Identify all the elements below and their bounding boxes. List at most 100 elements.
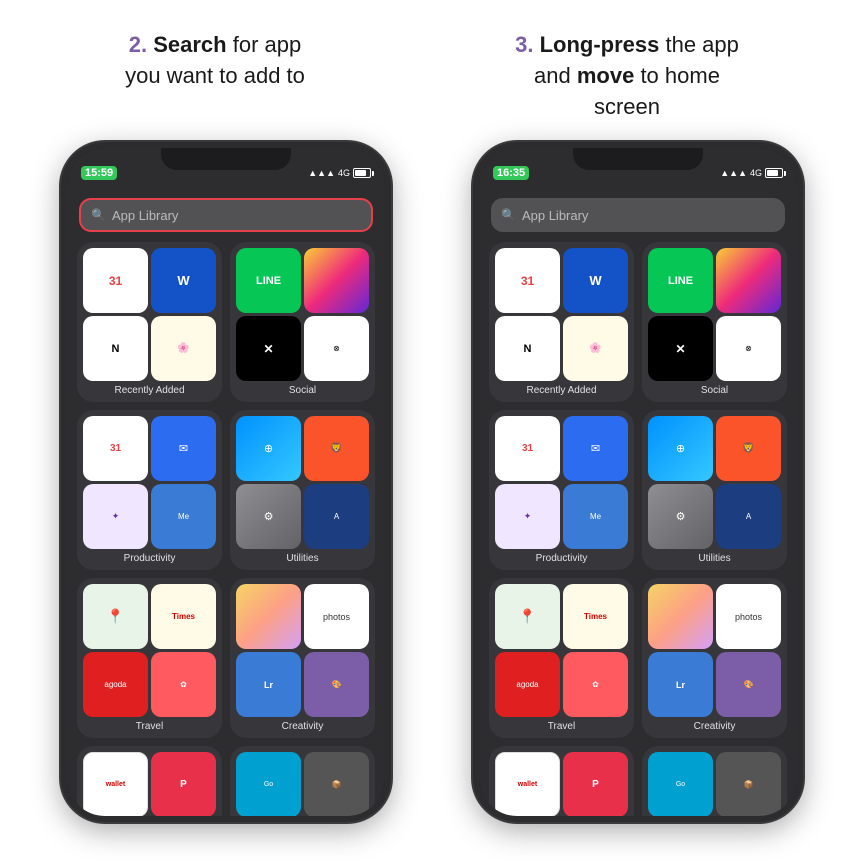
phones-row: 15:59 ▲▲▲ 4G 🔍 App Library [0,132,864,864]
p2-folder-social-label: Social [701,385,728,396]
icon-wallet: wallet [83,752,148,816]
phone1-folder-travel: 📍 Times agoda ✿ Travel [77,578,222,738]
p2-folder-travel-label: Travel [548,721,575,732]
icon-times: Times [151,584,216,649]
icon-calendar: 31 [83,248,148,313]
phone2-screen: 🔍 App Library 31 W N 🌸 Recently Added [479,190,797,816]
icon-star: 🌸 [151,316,216,381]
p2-icon-paidy: P [563,752,628,816]
icon-airbnb: ✿ [151,652,216,717]
p2-icon-mail: ✉ [563,416,628,481]
folder-wallet-icons: wallet P ▶ prime video [83,752,216,816]
icon-instagram [304,248,369,313]
p2-folder-utilities-icons: ⊕ 🦁 ⚙ A [648,416,781,549]
p2-icon-star: 🌸 [563,316,628,381]
p2-folder-travel-icons: 📍 Times agoda ✿ [495,584,628,717]
p2-folder-productivity-label: Productivity [536,553,588,564]
phone1-battery [353,168,371,178]
p2-icon-agoda: agoda [495,652,560,717]
icon-settings: ⚙ [236,484,301,549]
phone2-inner: 16:35 ▲▲▲ 4G 🔍 App Library [479,148,797,816]
p2-icon-go: Go [648,752,713,816]
icon-photos [236,584,301,649]
p2-icon-calendar: 31 [495,248,560,313]
folder-recently-added-label: Recently Added [114,385,184,396]
folder-extra-icons: Go 📦 📱 🔲 [236,752,369,816]
step2-block: 2. Search for appyou want to add to [125,30,305,122]
icon-purple: 🎨 [304,652,369,717]
p2-icon-airbnb: ✿ [563,652,628,717]
phone1-inner: 15:59 ▲▲▲ 4G 🔍 App Library [67,148,385,816]
icon-line: LINE [236,248,301,313]
phone2-notch [573,148,703,170]
p2-icon-googlemaps: 📍 [495,584,560,649]
phone2-search-text: App Library [522,208,588,223]
phone1-folder-extra: Go 📦 📱 🔲 [230,746,375,816]
phone1: 15:59 ▲▲▲ 4G 🔍 App Library [61,142,391,822]
phone1-search-bar[interactable]: 🔍 App Library [79,198,373,232]
phone2-folder-recently-added: 31 W N 🌸 Recently Added [489,242,634,402]
p2-folder-creativity-label: Creativity [694,721,736,732]
folder-recently-added-icons: 31 W N 🌸 [83,248,216,381]
p2-icon-word: W [563,248,628,313]
p2-icon-wallet: wallet [495,752,560,816]
step3-block: 3. Long-press the appand move to homescr… [515,30,739,122]
icon-lr: Lr [236,652,301,717]
p2-icon-safari: ⊕ [648,416,713,481]
phone2-battery [765,168,783,178]
icon-mail: ✉ [151,416,216,481]
phone1-time: 15:59 [81,166,117,180]
folder-utilities-icons: ⊕ 🦁 ⚙ A [236,416,369,549]
p2-icon-notion: N [495,316,560,381]
phone1-folder-productivity: 31 ✉ ✦ Me Productivity [77,410,222,570]
phone2-search-bar[interactable]: 🔍 App Library [491,198,785,232]
p2-folder-utilities-label: Utilities [698,553,730,564]
phone1-folder-social: LINE ✕ ⊗ Social [230,242,375,402]
p2-icon-threads: ⊗ [716,316,781,381]
icon-me: Me [151,484,216,549]
icon-word: W [151,248,216,313]
step2-bold: Search [147,32,227,57]
folder-creativity-label: Creativity [282,721,324,732]
phone2-folder-extra: Go 📦 📱 🔲 [642,746,787,816]
phone2-signal: ▲▲▲ [720,168,747,178]
folder-productivity-icons: 31 ✉ ✦ Me [83,416,216,549]
phone1-screen: 🔍 App Library 31 W N 🌸 Recentl [67,190,385,816]
phone2-folder-utilities: ⊕ 🦁 ⚙ A Utilities [642,410,787,570]
phone2-search-wrap: 🔍 App Library [479,190,797,238]
p2-folder-creativity-icons: photos Lr 🎨 [648,584,781,717]
p2-icon-brave: 🦁 [716,416,781,481]
icon-go: Go [236,752,301,816]
step2-num: 2. [129,32,147,57]
p2-icon-purple: 🎨 [716,652,781,717]
phone1-signal: ▲▲▲ [308,168,335,178]
phone2-folder-travel: 📍 Times agoda ✿ Travel [489,578,634,738]
p2-icon-line: LINE [648,248,713,313]
folder-productivity-label: Productivity [124,553,176,564]
phone2: 16:35 ▲▲▲ 4G 🔍 App Library [473,142,803,822]
folder-travel-icons: 📍 Times agoda ✿ [83,584,216,717]
icon-agoda: agoda [83,652,148,717]
p2-icon-me: Me [563,484,628,549]
icon-misc1: 📦 [304,752,369,816]
phone2-folder-wallet: wallet P ▶ prime video [489,746,634,816]
phone2-app-grid: 31 W N 🌸 Recently Added LINE ✕ ⊗ [479,238,797,816]
icon-craft: ✦ [83,484,148,549]
p2-icon-photos [648,584,713,649]
phone2-folder-social: LINE ✕ ⊗ Social [642,242,787,402]
p2-icon-times: Times [563,584,628,649]
phone2-folder-productivity: 31 ✉ ✦ Me Productivity [489,410,634,570]
p2-icon-misc1: 📦 [716,752,781,816]
phone1-folder-recently-added: 31 W N 🌸 Recently Added [77,242,222,402]
icon-notion: N [83,316,148,381]
phone1-status-bar: 15:59 ▲▲▲ 4G [67,148,385,190]
phone2-status-right: ▲▲▲ 4G [720,168,783,178]
phone1-4g: 4G [338,168,350,178]
icon-photos-app: photos [304,584,369,649]
icon-altstore: A [304,484,369,549]
folder-social-icons: LINE ✕ ⊗ [236,248,369,381]
instructions-row: 2. Search for appyou want to add to 3. L… [0,0,864,132]
p2-icon-instagram [716,248,781,313]
phone1-status-right: ▲▲▲ 4G [308,168,371,178]
folder-travel-label: Travel [136,721,163,732]
